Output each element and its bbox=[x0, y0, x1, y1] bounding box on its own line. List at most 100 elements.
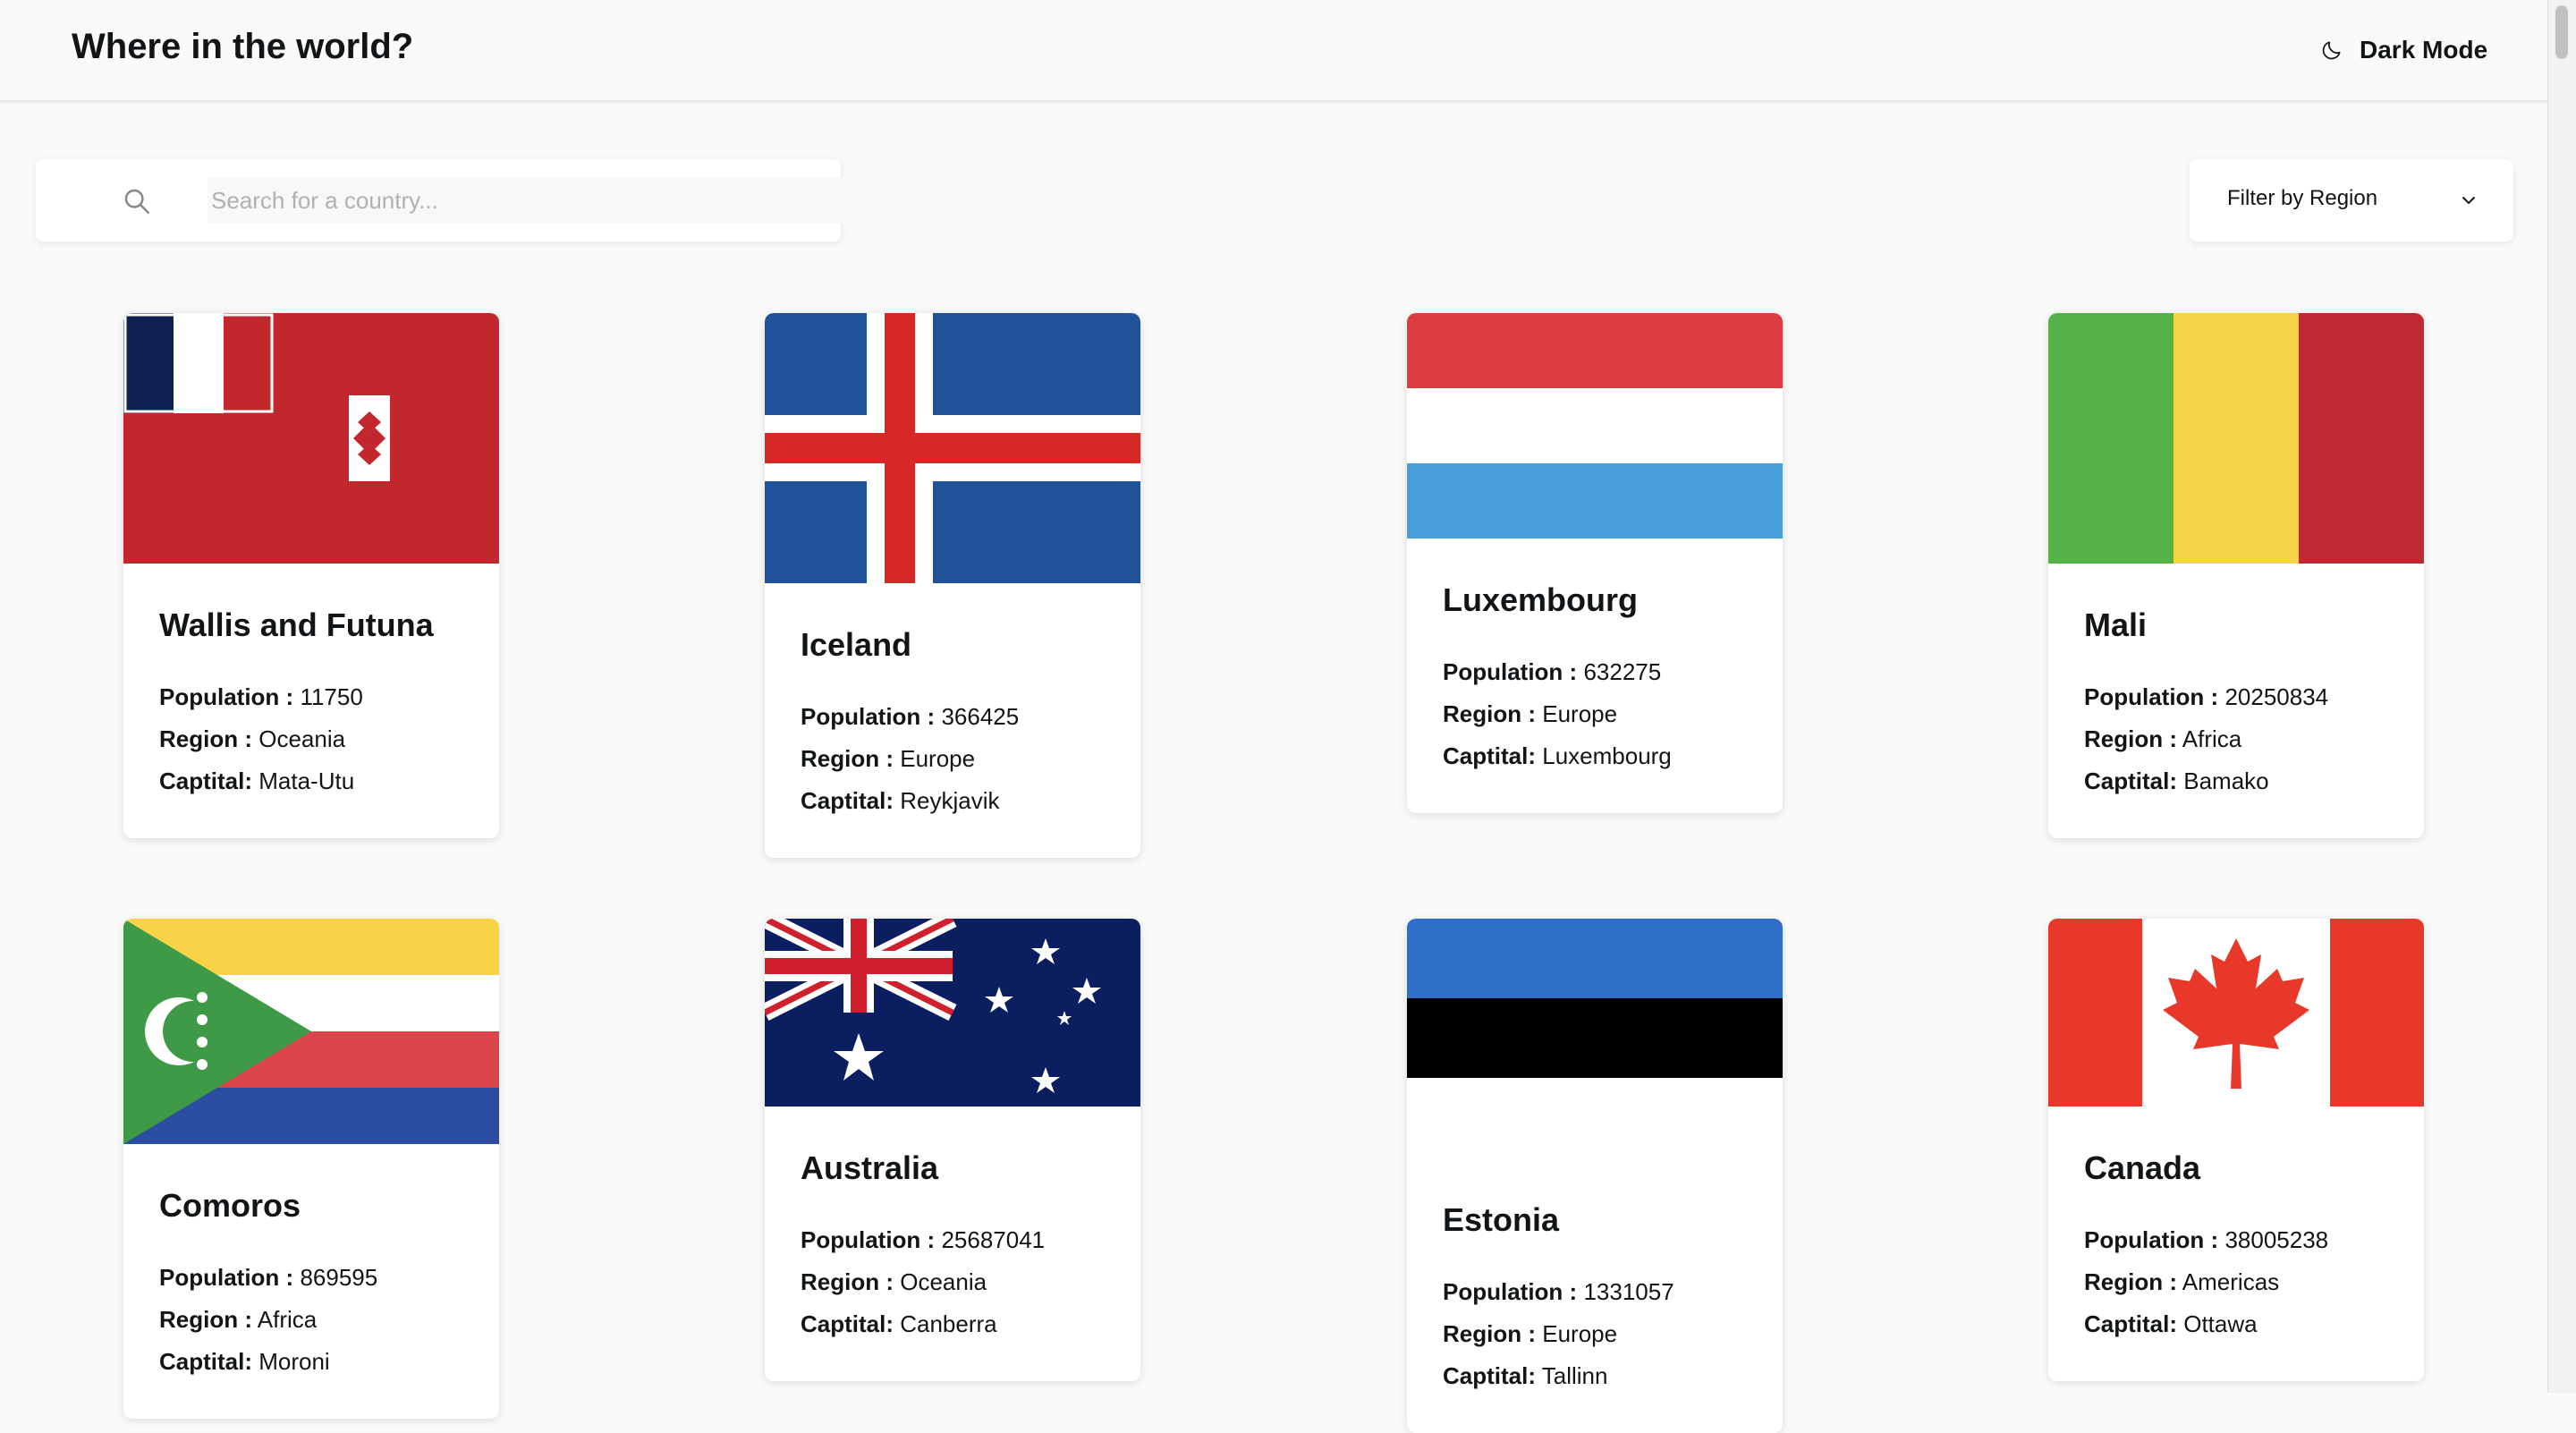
search-box bbox=[36, 159, 868, 242]
population-label: Population : bbox=[1443, 658, 1578, 685]
region-line: Region : Oceania bbox=[801, 1261, 1105, 1303]
chevron-down-icon bbox=[2462, 197, 2475, 204]
capital-value: Canberra bbox=[900, 1310, 997, 1337]
population-line: Population : 366425 bbox=[801, 696, 1105, 738]
population-value: 366425 bbox=[941, 703, 1020, 730]
app-title: Where in the world? bbox=[72, 27, 414, 66]
population-line: Population : 20250834 bbox=[2084, 676, 2388, 718]
population-line: Population : 25687041 bbox=[801, 1219, 1105, 1261]
population-line: Population : 632275 bbox=[1443, 651, 1747, 693]
country-name: Comoros bbox=[159, 1187, 301, 1224]
region-value: Africa bbox=[2182, 725, 2242, 752]
capital-value: Bamako bbox=[2183, 767, 2269, 794]
capital-line: Captital: Luxembourg bbox=[1443, 735, 1747, 777]
region-line: Region : Europe bbox=[1443, 1313, 1747, 1355]
country-name: Wallis and Futuna bbox=[159, 606, 434, 643]
population-value: 38005238 bbox=[2224, 1226, 2329, 1253]
population-line: Population : 11750 bbox=[159, 676, 463, 718]
country-name: Australia bbox=[801, 1149, 939, 1186]
population-value: 20250834 bbox=[2224, 683, 2329, 710]
capital-value: Moroni bbox=[258, 1348, 330, 1375]
region-label: Region : bbox=[1443, 1320, 1536, 1347]
wallis-and-futuna-flag bbox=[123, 313, 499, 564]
region-value: Europe bbox=[900, 745, 976, 772]
page-scrollbar[interactable] bbox=[2547, 0, 2576, 1393]
capital-value: Luxembourg bbox=[1542, 742, 1672, 769]
country-name: Canada bbox=[2084, 1149, 2201, 1186]
capital-line: Captital: Reykjavik bbox=[801, 780, 1105, 822]
region-value: Americas bbox=[2182, 1268, 2280, 1295]
region-label: Region : bbox=[801, 745, 894, 772]
population-value: 632275 bbox=[1583, 658, 1662, 685]
capital-label: Captital: bbox=[801, 1310, 894, 1337]
region-line: Region : Oceania bbox=[159, 718, 463, 760]
region-value: Europe bbox=[1542, 700, 1618, 727]
mali-flag bbox=[2048, 313, 2424, 564]
capital-label: Captital: bbox=[801, 787, 894, 814]
country-name: Luxembourg bbox=[1443, 581, 1639, 618]
canada-flag bbox=[2048, 919, 2424, 1107]
search-input[interactable] bbox=[208, 177, 868, 224]
top-header: Where in the world? Dark Mode bbox=[0, 0, 2547, 101]
iceland-flag bbox=[765, 313, 1140, 583]
country-card[interactable]: Iceland Population : 366425 Region : Eur… bbox=[765, 313, 1140, 858]
region-label: Region : bbox=[159, 1306, 252, 1333]
country-card[interactable]: Wallis and Futuna Population : 11750 Reg… bbox=[123, 313, 499, 838]
country-name: Estonia bbox=[1443, 1201, 1560, 1238]
country-card[interactable]: Luxembourg Population : 632275 Region : … bbox=[1407, 313, 1783, 813]
country-card[interactable]: Canada Population : 38005238 Region : Am… bbox=[2048, 919, 2424, 1381]
region-line: Region : Africa bbox=[2084, 718, 2388, 760]
capital-label: Captital: bbox=[1443, 1362, 1536, 1389]
population-line: Population : 869595 bbox=[159, 1257, 463, 1299]
population-value: 11750 bbox=[300, 683, 363, 710]
region-value: Oceania bbox=[258, 725, 346, 752]
population-value: 1331057 bbox=[1583, 1278, 1674, 1305]
luxembourg-flag bbox=[1407, 313, 1783, 538]
capital-line: Captital: Tallinn bbox=[1443, 1355, 1747, 1397]
country-name: Iceland bbox=[801, 626, 912, 663]
country-card[interactable]: Estonia Population : 1331057 Region : Eu… bbox=[1407, 919, 1783, 1433]
country-card[interactable]: Comoros Population : 869595 Region : Afr… bbox=[123, 919, 499, 1419]
region-value: Europe bbox=[1542, 1320, 1618, 1347]
capital-line: Captital: Mata-Utu bbox=[159, 760, 463, 802]
capital-value: Reykjavik bbox=[900, 787, 1000, 814]
capital-line: Captital: Bamako bbox=[2084, 760, 2388, 802]
country-name: Mali bbox=[2084, 606, 2148, 643]
region-filter-dropdown[interactable]: Filter by Region bbox=[2190, 159, 2513, 242]
region-label: Region : bbox=[159, 725, 252, 752]
population-label: Population : bbox=[801, 703, 936, 730]
region-label: Region : bbox=[2084, 725, 2177, 752]
population-label: Population : bbox=[159, 1264, 294, 1291]
region-value: Africa bbox=[257, 1306, 318, 1333]
country-card[interactable]: Mali Population : 20250834 Region : Afri… bbox=[2048, 313, 2424, 838]
population-line: Population : 1331057 bbox=[1443, 1271, 1747, 1313]
capital-label: Captital: bbox=[1443, 742, 1536, 769]
population-label: Population : bbox=[1443, 1278, 1578, 1305]
region-label: Region : bbox=[1443, 700, 1536, 727]
region-label: Region : bbox=[801, 1268, 894, 1295]
region-line: Region : Americas bbox=[2084, 1261, 2388, 1303]
dark-mode-toggle[interactable]: Dark Mode bbox=[2320, 32, 2487, 68]
capital-value: Mata-Utu bbox=[258, 767, 355, 794]
moon-icon bbox=[2322, 41, 2341, 60]
region-line: Region : Europe bbox=[801, 738, 1105, 780]
filter-label: Filter by Region bbox=[2227, 186, 2378, 210]
region-label: Region : bbox=[2084, 1268, 2177, 1295]
capital-value: Ottawa bbox=[2183, 1310, 2258, 1337]
capital-label: Captital: bbox=[2084, 1310, 2177, 1337]
region-value: Oceania bbox=[900, 1268, 987, 1295]
capital-line: Captital: Canberra bbox=[801, 1303, 1105, 1345]
estonia-flag bbox=[1407, 919, 1783, 1158]
capital-label: Captital: bbox=[2084, 767, 2177, 794]
capital-value: Tallinn bbox=[1541, 1362, 1608, 1389]
region-line: Region : Europe bbox=[1443, 693, 1747, 735]
capital-line: Captital: Moroni bbox=[159, 1341, 463, 1383]
population-value: 25687041 bbox=[941, 1226, 1046, 1253]
capital-line: Captital: Ottawa bbox=[2084, 1303, 2388, 1345]
comoros-flag bbox=[123, 919, 499, 1144]
capital-label: Captital: bbox=[159, 767, 252, 794]
dark-mode-label: Dark Mode bbox=[2360, 36, 2488, 64]
scrollbar-thumb[interactable] bbox=[2555, 5, 2568, 59]
country-card[interactable]: Australia Population : 25687041 Region :… bbox=[765, 919, 1140, 1381]
capital-label: Captital: bbox=[159, 1348, 252, 1375]
